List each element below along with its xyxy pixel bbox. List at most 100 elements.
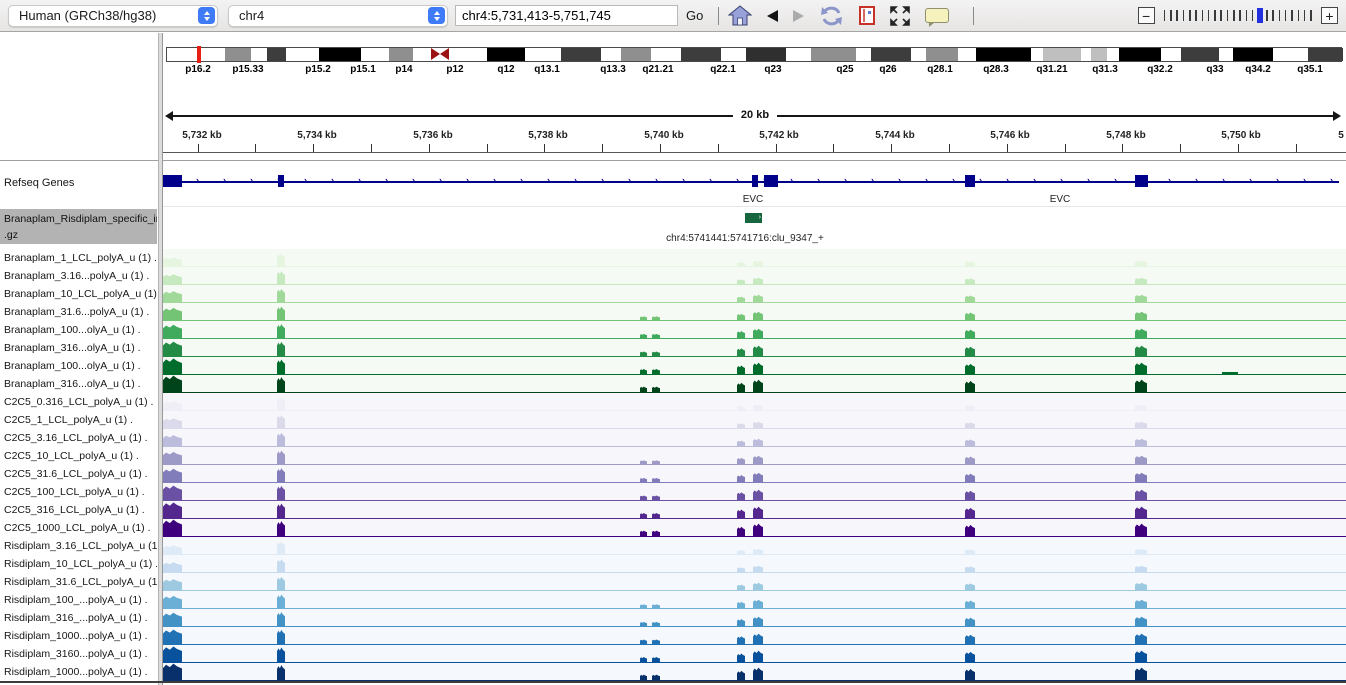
sidebar-item-track[interactable]: Risdiplam_1000...polyA_u (1) . xyxy=(0,663,157,681)
ideogram-band xyxy=(681,48,721,61)
strand-arrow-icon: › xyxy=(331,175,334,185)
sidebar-item-track[interactable]: Risdiplam_31.6_LCL_polyA_u (1 xyxy=(0,573,157,591)
coverage-row[interactable] xyxy=(163,411,1346,429)
strand-arrow-icon: › xyxy=(1114,175,1117,185)
coverage-peak xyxy=(1135,362,1147,374)
junction-feature[interactable]: › xyxy=(745,213,762,223)
coverage-peak xyxy=(965,456,975,464)
exon-block[interactable] xyxy=(163,175,182,187)
locus-input[interactable] xyxy=(455,5,678,26)
coverage-row[interactable] xyxy=(163,339,1346,357)
strand-arrow-icon: › xyxy=(574,175,577,185)
sidebar-item-track[interactable]: Risdiplam_3.16_LCL_polyA_u (1 xyxy=(0,537,157,555)
coverage-row[interactable] xyxy=(163,393,1346,411)
sidebar-item-track[interactable]: C2C5_10_LCL_polyA_u (1) . xyxy=(0,447,157,465)
sidebar-item-track[interactable]: Risdiplam_3160...polyA_u (1) . xyxy=(0,645,157,663)
coverage-peak xyxy=(163,502,182,518)
coverage-row[interactable] xyxy=(163,591,1346,609)
sidebar-item-track[interactable]: C2C5_316_LCL_polyA_u (1) . xyxy=(0,501,157,519)
sidebar-item-track[interactable]: Branaplam_31.6...polyA_u (1) . xyxy=(0,303,157,321)
sidebar-item-track[interactable]: Branaplam_3.16...polyA_u (1) . xyxy=(0,267,157,285)
sidebar-item-track[interactable]: C2C5_0.316_LCL_polyA_u (1) . xyxy=(0,393,157,411)
coverage-row[interactable] xyxy=(163,573,1346,591)
genome-select[interactable]: Human (GRCh38/hg38) xyxy=(8,5,218,27)
ruler-tick xyxy=(255,144,256,152)
coverage-row[interactable] xyxy=(163,267,1346,285)
coverage-row[interactable] xyxy=(163,519,1346,537)
coverage-row[interactable] xyxy=(163,537,1346,555)
coverage-row[interactable] xyxy=(163,429,1346,447)
coverage-row[interactable] xyxy=(163,357,1346,375)
coverage-row[interactable] xyxy=(163,285,1346,303)
coverage-peak xyxy=(1135,472,1147,482)
coverage-row[interactable] xyxy=(163,645,1346,663)
zoom-tick xyxy=(1208,10,1210,21)
coverage-peak xyxy=(277,341,285,356)
zoom-slider-thumb[interactable] xyxy=(1257,8,1263,23)
sidebar-item-track[interactable]: Risdiplam_100_...polyA_u (1) . xyxy=(0,591,157,609)
ruler-tick xyxy=(1180,144,1181,152)
zoom-tick xyxy=(1195,10,1197,21)
coverage-peak xyxy=(163,401,182,410)
tooltip-bubble-icon[interactable] xyxy=(925,8,949,23)
exon-block[interactable] xyxy=(764,175,778,187)
home-icon[interactable] xyxy=(728,5,752,26)
coverage-row[interactable] xyxy=(163,321,1346,339)
exon-block[interactable] xyxy=(752,175,758,187)
sidebar-item-refseq-genes[interactable]: Refseq Genes xyxy=(0,174,157,192)
coverage-peak xyxy=(640,639,647,644)
region-tool-icon[interactable] xyxy=(859,6,875,25)
coverage-row[interactable] xyxy=(163,303,1346,321)
coverage-peak xyxy=(737,475,745,482)
go-button[interactable]: Go xyxy=(686,8,703,23)
sidebar-item-track[interactable]: C2C5_1_LCL_polyA_u (1) . xyxy=(0,411,157,429)
coverage-peak xyxy=(737,550,745,554)
sidebar-item-track[interactable]: C2C5_1000_LCL_polyA_u (1) . xyxy=(0,519,157,537)
sidebar-item-track[interactable]: Branaplam_100...olyA_u (1) . xyxy=(0,357,157,375)
sidebar-item-track[interactable]: Branaplam_10_LCL_polyA_u (1) xyxy=(0,285,157,303)
strand-arrow-icon: › xyxy=(817,175,820,185)
exon-block[interactable] xyxy=(965,175,975,187)
coverage-row[interactable] xyxy=(163,375,1346,393)
coverage-row[interactable] xyxy=(163,609,1346,627)
sidebar-item-track[interactable]: Risdiplam_1000...polyA_u (1) . xyxy=(0,627,157,645)
back-icon[interactable] xyxy=(767,10,778,22)
chromosome-ideogram[interactable] xyxy=(166,47,1342,62)
sidebar-item-track[interactable]: Branaplam_100...olyA_u (1) . xyxy=(0,321,157,339)
coverage-row[interactable] xyxy=(163,663,1346,681)
track-divider xyxy=(163,206,1346,207)
sidebar-item-track[interactable]: Branaplam_1_LCL_polyA_u (1) . xyxy=(0,249,157,267)
coverage-peak xyxy=(965,490,975,500)
ruler-tick xyxy=(1122,144,1123,152)
coverage-row[interactable] xyxy=(163,447,1346,465)
sidebar-item-track[interactable]: Branaplam_316...olyA_u (1) . xyxy=(0,339,157,357)
coverage-peak xyxy=(1135,523,1147,536)
zoom-tick xyxy=(1298,10,1300,21)
zoom-out-button[interactable]: − xyxy=(1138,7,1155,24)
refresh-icon[interactable] xyxy=(819,5,844,27)
sidebar-item-track[interactable]: Risdiplam_10_LCL_polyA_u (1) . xyxy=(0,555,157,573)
coverage-peak xyxy=(277,485,285,500)
chromosome-select[interactable]: chr4 xyxy=(228,5,448,27)
selected-track-line1: Branaplam_Risdiplam_specific_int xyxy=(4,211,157,227)
sidebar-item-track[interactable]: C2C5_100_LCL_polyA_u (1) . xyxy=(0,483,157,501)
igv-window: Human (GRCh38/hg38) chr4 Go xyxy=(0,0,1346,685)
coverage-row[interactable] xyxy=(163,249,1346,267)
coverage-row[interactable] xyxy=(163,501,1346,519)
coverage-row[interactable] xyxy=(163,465,1346,483)
exon-block[interactable] xyxy=(1135,175,1148,187)
sidebar-item-track[interactable]: C2C5_31.6_LCL_polyA_u (1) . xyxy=(0,465,157,483)
zoom-in-button[interactable]: + xyxy=(1321,7,1338,24)
sidebar-item-selected-track[interactable]: Branaplam_Risdiplam_specific_int .gz xyxy=(0,209,157,244)
coverage-row[interactable] xyxy=(163,627,1346,645)
coverage-row[interactable] xyxy=(163,555,1346,573)
toolbar-divider xyxy=(973,7,974,25)
coverage-peak xyxy=(277,468,285,482)
sidebar-item-track[interactable]: C2C5_3.16_LCL_polyA_u (1) . xyxy=(0,429,157,447)
sidebar-item-track[interactable]: Risdiplam_316_...polyA_u (1) . xyxy=(0,609,157,627)
sidebar-item-track[interactable]: Branaplam_316...olyA_u (1) . xyxy=(0,375,157,393)
zoom-slider[interactable] xyxy=(1162,7,1314,25)
exon-block[interactable] xyxy=(278,175,284,187)
fit-to-window-icon[interactable] xyxy=(890,6,910,26)
coverage-row[interactable] xyxy=(163,483,1346,501)
